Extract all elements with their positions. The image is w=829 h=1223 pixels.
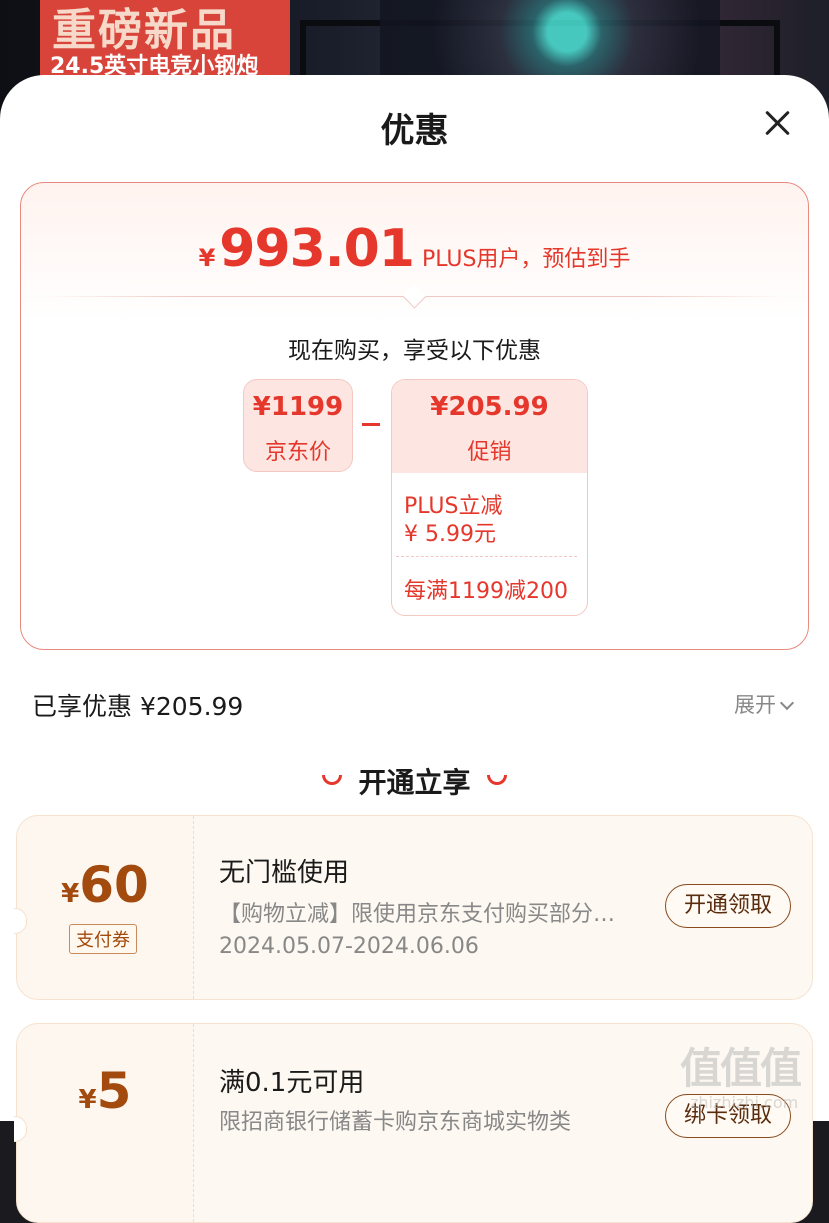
final-price-note: PLUS用户，预估到手 [421,247,631,272]
discount-sheet: 优惠 ¥993.01 PLUS用户，预估到手 现在购买，享受以下优惠 ¥1199 … [0,75,829,1223]
coupon-value: 60 [79,856,149,914]
expand-label: 展开 [734,693,776,717]
chevron-down-icon [779,695,795,711]
price-calc-card: ¥993.01 PLUS用户，预估到手 现在购买，享受以下优惠 ¥1199 京东价… [20,182,809,650]
jd-price-box: ¥1199 京东价 [243,379,353,472]
coupon-value-area: ¥5 [17,1024,193,1222]
coupon-currency: ¥ [78,1085,97,1115]
coupon-currency: ¥ [61,879,80,909]
sheet-title: 优惠 [380,111,449,151]
coupon-separator [193,816,194,999]
plus-discount-value: ¥ 5.99元 [404,522,496,547]
watermark-url: zhizhizhi.com [690,1093,799,1112]
promo-label: 促销 [467,440,512,465]
coupon-title: 满0.1元可用 [219,1068,365,1098]
product-art-image [380,0,720,80]
coupon-separator [193,1024,194,1222]
jd-price-label: 京东价 [264,440,331,465]
watermark-logo: 值值值 [680,1044,802,1093]
coupon-value-area: ¥60 支付券 [17,816,193,999]
coupon-amount: ¥60 [17,856,193,914]
smile-left-icon [322,775,343,785]
smile-right-icon [486,775,507,785]
expand-button[interactable]: 展开 [734,689,795,719]
coupon-description: 【购物立减】限使用京东支付购买部分… [219,902,616,927]
site-watermark: 值值值 zhizhizhi.com [680,1035,820,1115]
promo-box: ¥205.99 促销 PLUS立减 ¥ 5.99元 每满1199减200 [391,379,588,616]
final-price-row: ¥993.01 PLUS用户，预估到手 [21,219,808,279]
coupon-description: 限招商银行储蓄卡购京东商城实物类 [219,1110,572,1135]
full-reduction-label: 每满1199减200 [404,579,568,604]
activate-claim-button[interactable]: 开通领取 [665,884,791,928]
final-price-currency: ¥ [198,244,216,272]
coupon-details: 无门槛使用 【购物立减】限使用京东支付购买部分… 2024.05.07-2024… [195,816,812,999]
final-price: 993.01 [219,219,415,279]
coupon-title: 无门槛使用 [219,858,350,888]
close-icon[interactable] [760,105,796,141]
promo-divider [396,556,577,557]
promo-header: ¥205.99 促销 [392,380,587,473]
coupon-amount: ¥5 [17,1062,193,1120]
divider-notch [402,284,427,309]
minus-sign [362,423,380,426]
section-title-text: 开通立享 [358,766,471,799]
section-title: 开通立享 [0,761,829,801]
coupon-value: 5 [96,1062,132,1120]
coupon-type-tag: 支付券 [69,924,137,954]
enjoy-title: 现在购买，享受以下优惠 [288,338,541,364]
enjoyed-discount: 已享优惠 ¥205.99 [32,692,244,721]
promo-amount: ¥205.99 [430,392,549,422]
coupon-validity: 2024.05.07-2024.06.06 [219,934,479,959]
coupon-card: ¥60 支付券 无门槛使用 【购物立减】限使用京东支付购买部分… 2024.05… [14,815,813,1000]
jd-price-amount: ¥1199 [252,392,344,422]
